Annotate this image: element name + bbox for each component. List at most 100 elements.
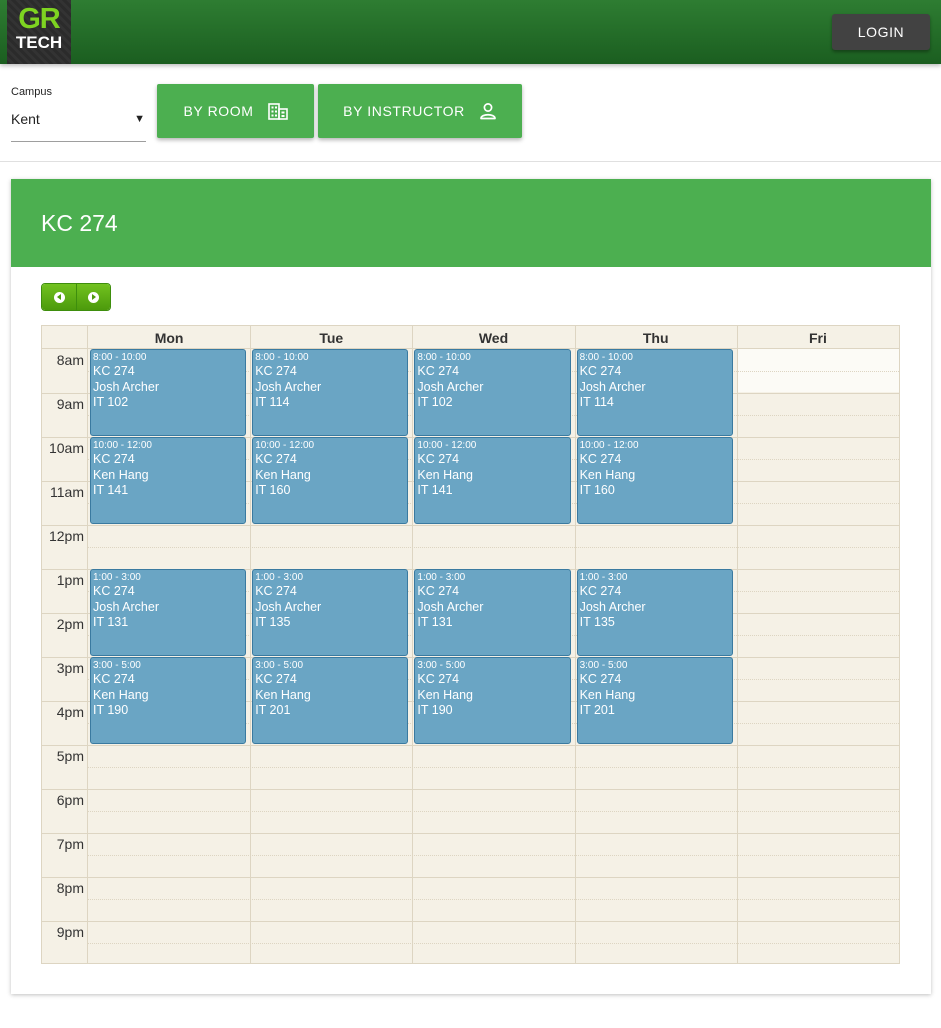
campus-select[interactable]: Campus Kent ▼ (11, 84, 146, 142)
time-label: 2pm (56, 616, 84, 632)
half-hour-line (88, 547, 899, 548)
calendar-event[interactable]: 1:00 - 3:00 KC 274 Josh Archer IT 131 (414, 569, 571, 656)
app-header: GR TECH LOGIN (0, 0, 941, 64)
calendar-day-header: Mon Tue Wed Thu Fri (42, 326, 899, 349)
event-instructor: Josh Archer (417, 379, 484, 394)
event-course: IT 114 (255, 395, 290, 409)
hour-line (42, 789, 899, 790)
time-label: 3pm (56, 660, 84, 676)
person-icon (479, 103, 496, 120)
event-time: 8:00 - 10:00 (417, 352, 471, 363)
day-header-fri: Fri (808, 330, 827, 346)
event-room: KC 274 (579, 584, 622, 598)
event-course: IT 141 (417, 483, 453, 497)
hour-line (42, 525, 899, 526)
event-instructor: Ken Hang (255, 687, 311, 702)
event-room: KC 274 (255, 364, 297, 378)
calendar-event[interactable]: 8:00 - 10:00 KC 274 Josh Archer IT 114 (576, 349, 733, 436)
event-time: 3:00 - 5:00 (417, 660, 466, 671)
event-room: KC 274 (417, 584, 460, 598)
day-header-tue: Tue (319, 330, 344, 346)
login-button[interactable]: LOGIN (832, 14, 930, 50)
event-course: IT 201 (579, 703, 615, 717)
event-time: 8:00 - 10:00 (93, 352, 147, 363)
event-room: KC 274 (255, 672, 297, 686)
event-course: IT 102 (93, 395, 129, 409)
by-instructor-label: BY INSTRUCTOR (343, 103, 465, 119)
event-instructor: Ken Hang (417, 687, 473, 702)
event-time: 3:00 - 5:00 (255, 660, 303, 671)
day-header-thu: Thu (642, 330, 669, 346)
grid-vline (412, 326, 414, 963)
week-nav (41, 283, 111, 311)
grid-vline (736, 326, 738, 963)
event-course: IT 160 (255, 483, 291, 497)
event-course: IT 190 (417, 703, 453, 717)
event-course: IT 114 (579, 395, 614, 409)
calendar-event[interactable]: 8:00 - 10:00 KC 274 Josh Archer IT 102 (414, 349, 571, 436)
event-room: KC 274 (93, 672, 135, 686)
event-room: KC 274 (255, 584, 297, 598)
calendar-event[interactable]: 1:00 - 3:00 KC 274 Josh Archer IT 131 (90, 569, 247, 656)
event-course: IT 131 (93, 615, 129, 629)
hour-line (42, 877, 899, 878)
time-label: 5pm (56, 748, 84, 764)
event-course: IT 102 (417, 395, 453, 409)
time-label: 1pm (56, 572, 84, 588)
event-room: KC 274 (417, 364, 460, 378)
calendar-event[interactable]: 3:00 - 5:00 KC 274 Ken Hang IT 190 (90, 657, 247, 744)
event-instructor: Josh Archer (93, 379, 160, 394)
logo-text-bottom: TECH (15, 33, 63, 52)
calendar-event[interactable]: 10:00 - 12:00 KC 274 Ken Hang IT 160 (252, 437, 409, 524)
prev-week-button[interactable] (42, 284, 76, 310)
grid-vline (87, 326, 88, 963)
event-instructor: Josh Archer (93, 599, 160, 614)
event-instructor: Josh Archer (417, 599, 484, 614)
event-instructor: Ken Hang (417, 467, 473, 482)
by-instructor-button[interactable]: BY INSTRUCTOR (318, 84, 522, 138)
building-icon (267, 103, 288, 120)
event-time: 10:00 - 12:00 (93, 440, 152, 451)
event-room: KC 274 (579, 452, 622, 466)
calendar-event[interactable]: 3:00 - 5:00 KC 274 Ken Hang IT 201 (576, 657, 733, 744)
event-room: KC 274 (93, 364, 135, 378)
hour-line (42, 921, 899, 922)
event-room: KC 274 (417, 452, 460, 466)
event-time: 1:00 - 3:00 (93, 572, 141, 583)
event-room: KC 274 (417, 672, 460, 686)
calendar-event[interactable]: 10:00 - 12:00 KC 274 Ken Hang IT 160 (576, 437, 733, 524)
grid-vline (574, 326, 576, 963)
card-header: KC 274 (11, 179, 931, 267)
next-week-button[interactable] (76, 284, 110, 310)
event-time: 3:00 - 5:00 (579, 660, 628, 671)
event-course: IT 160 (579, 483, 615, 497)
event-time: 8:00 - 10:00 (255, 352, 309, 363)
day-header-mon: Mon (154, 330, 184, 346)
event-time: 10:00 - 12:00 (417, 440, 477, 451)
time-label: 6pm (56, 792, 84, 808)
time-label: 9pm (56, 924, 84, 940)
event-room: KC 274 (579, 364, 622, 378)
room-title: KC 274 (41, 210, 118, 236)
calendar-event[interactable]: 1:00 - 3:00 KC 274 Josh Archer IT 135 (252, 569, 409, 656)
half-hour-line (88, 899, 899, 900)
calendar-event[interactable]: 10:00 - 12:00 KC 274 Ken Hang IT 141 (414, 437, 571, 524)
event-instructor: Josh Archer (255, 379, 322, 394)
calendar-event[interactable]: 10:00 - 12:00 KC 274 Ken Hang IT 141 (90, 437, 247, 524)
calendar-event[interactable]: 8:00 - 10:00 KC 274 Josh Archer IT 102 (90, 349, 247, 436)
dropdown-arrow-icon: ▼ (134, 113, 145, 125)
calendar-event[interactable]: 3:00 - 5:00 KC 274 Ken Hang IT 201 (252, 657, 409, 744)
event-time: 8:00 - 10:00 (579, 352, 633, 363)
calendar-event[interactable]: 1:00 - 3:00 KC 274 Josh Archer IT 135 (576, 569, 733, 656)
time-label: 10am (48, 440, 84, 456)
hour-line (42, 833, 899, 834)
gr-tech-logo[interactable]: GR TECH (7, 0, 71, 64)
calendar-event[interactable]: 3:00 - 5:00 KC 274 Ken Hang IT 190 (414, 657, 571, 744)
calendar-event[interactable]: 8:00 - 10:00 KC 274 Josh Archer IT 114 (252, 349, 409, 436)
time-label: 12pm (48, 528, 84, 544)
event-course: IT 135 (255, 615, 291, 629)
chevron-right-circle-icon (88, 291, 99, 303)
event-room: KC 274 (93, 452, 135, 466)
by-room-button[interactable]: BY ROOM (157, 84, 314, 138)
half-hour-line (88, 943, 899, 944)
